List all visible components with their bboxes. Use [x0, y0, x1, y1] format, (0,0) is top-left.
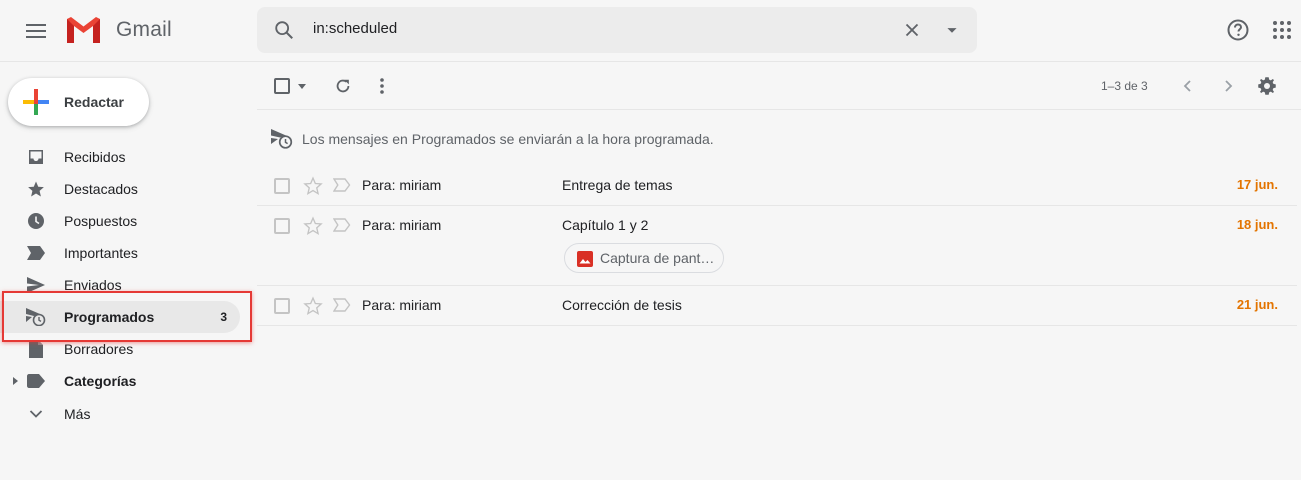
inbox-icon [26, 148, 46, 166]
sidebar-item-snoozed[interactable]: Pospuestos [0, 205, 240, 237]
unread-count-badge: 3 [220, 310, 227, 324]
close-icon[interactable] [901, 19, 923, 41]
sidebar-item-starred[interactable]: Destacados [0, 173, 240, 205]
message-recipient: Para: miriam [362, 177, 442, 193]
chevron-left-icon[interactable] [1179, 77, 1197, 95]
compose-label: Redactar [64, 94, 124, 110]
main-menu-button[interactable] [20, 15, 52, 47]
important-icon [26, 244, 46, 262]
menu-icon [26, 24, 46, 38]
more-vert-icon[interactable] [373, 76, 391, 96]
chevron-right-icon[interactable] [1219, 77, 1237, 95]
star-outline-icon[interactable] [303, 176, 323, 196]
sidebar-item-more[interactable]: Más [0, 398, 240, 430]
plus-icon [23, 89, 49, 115]
dropdown-arrow-icon[interactable] [941, 19, 963, 41]
sidebar-nav: Recibidos Destacados Pospuestos Importan… [0, 141, 250, 430]
table-row[interactable]: Para: miriam Capítulo 1 y 2 18 jun. Capt… [257, 206, 1297, 286]
select-all-checkbox[interactable] [274, 78, 290, 94]
search-icon[interactable] [273, 19, 295, 41]
list-toolbar: 1–3 de 3 [257, 62, 1301, 110]
sidebar-item-important[interactable]: Importantes [0, 237, 240, 269]
app-name: Gmail [116, 17, 172, 41]
table-row[interactable]: Para: miriam Entrega de temas 17 jun. [257, 166, 1297, 206]
gmail-logo[interactable]: Gmail [64, 15, 172, 44]
apps-grid-icon[interactable] [1273, 21, 1291, 39]
attachment-chip[interactable]: Captura de pant… [564, 243, 724, 273]
important-marker-icon[interactable] [333, 218, 351, 232]
banner-text: Los mensajes en Programados se enviarán … [302, 131, 714, 147]
clock-icon [26, 212, 46, 230]
select-options-icon[interactable] [297, 84, 307, 90]
attachment-name: Captura de pant… [600, 250, 715, 266]
message-date: 18 jun. [1236, 217, 1278, 232]
message-date: 17 jun. [1236, 177, 1278, 192]
sidebar-item-scheduled[interactable]: Programados 3 [0, 301, 240, 333]
image-file-icon [577, 251, 593, 267]
message-date: 21 jun. [1236, 297, 1278, 312]
row-checkbox[interactable] [274, 178, 290, 194]
sidebar-item-inbox[interactable]: Recibidos [0, 141, 240, 173]
label-icon [26, 372, 46, 390]
star-outline-icon[interactable] [303, 216, 323, 236]
search-bar[interactable] [257, 7, 977, 53]
scheduled-send-icon [26, 308, 46, 326]
message-recipient: Para: miriam [362, 217, 442, 233]
expand-arrow-icon[interactable] [11, 376, 19, 386]
star-outline-icon[interactable] [303, 296, 323, 316]
row-checkbox[interactable] [274, 218, 290, 234]
message-subject: Capítulo 1 y 2 [562, 217, 649, 233]
sidebar-item-sent[interactable]: Enviados [0, 269, 240, 301]
draft-icon [26, 340, 46, 358]
top-bar: Gmail [0, 0, 1301, 62]
refresh-icon[interactable] [333, 76, 353, 96]
message-recipient: Para: miriam [362, 297, 442, 313]
scheduled-send-icon [271, 129, 293, 149]
info-banner: Los mensajes en Programados se enviarán … [257, 110, 1301, 166]
help-icon[interactable] [1226, 18, 1250, 42]
pagination-info: 1–3 de 3 [1101, 79, 1148, 93]
important-marker-icon[interactable] [333, 178, 351, 192]
search-input[interactable] [313, 20, 873, 37]
message-subject: Entrega de temas [562, 177, 673, 193]
table-row[interactable]: Para: miriam Corrección de tesis 21 jun. [257, 286, 1297, 326]
star-icon [26, 180, 46, 198]
compose-button[interactable]: Redactar [8, 78, 149, 126]
chevron-down-icon [26, 405, 46, 423]
row-checkbox[interactable] [274, 298, 290, 314]
gear-icon[interactable] [1257, 76, 1277, 96]
sidebar-item-drafts[interactable]: Borradores [0, 333, 240, 365]
send-icon [26, 276, 46, 294]
important-marker-icon[interactable] [333, 298, 351, 312]
message-subject: Corrección de tesis [562, 297, 682, 313]
sidebar-item-categories[interactable]: Categorías [0, 365, 240, 397]
message-list: Para: miriam Entrega de temas 17 jun. Pa… [257, 166, 1301, 326]
gmail-m-icon [67, 17, 100, 43]
